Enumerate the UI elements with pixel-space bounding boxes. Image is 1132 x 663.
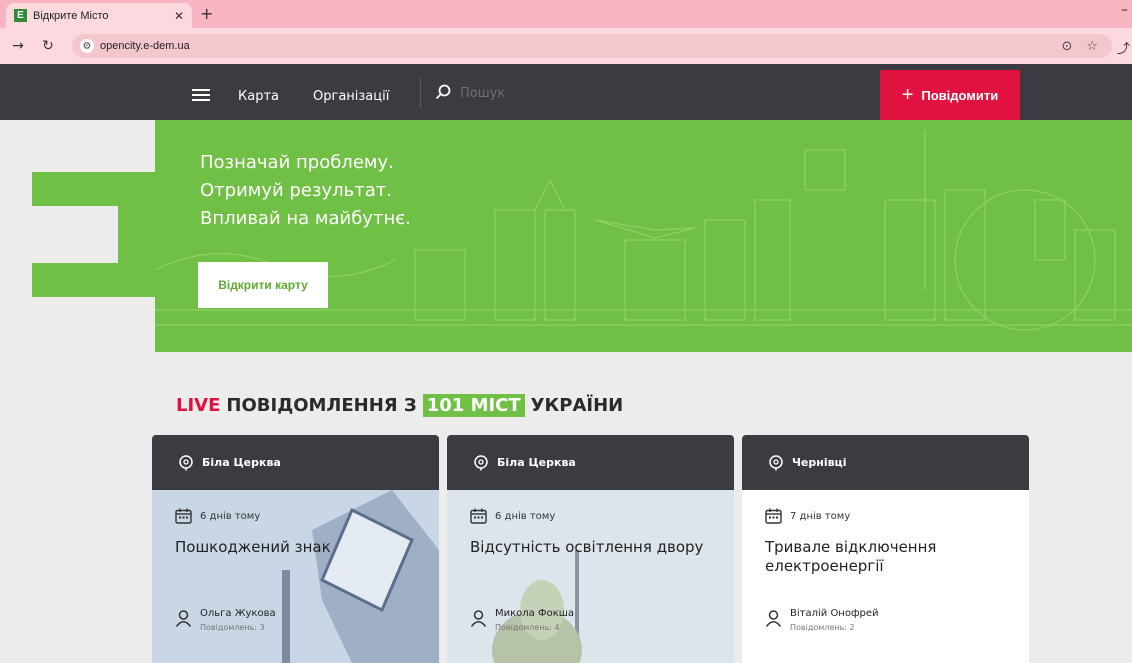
hero-tagline-3: Впливай на майбутнє. bbox=[200, 208, 411, 229]
card-city: Біла Церква bbox=[202, 456, 281, 469]
browser-tab-bar: E Відкрите Місто ✕ + – bbox=[0, 0, 1132, 28]
card-body: 6 днів тому Пошкоджений знак Ольга Жуков… bbox=[152, 490, 439, 663]
bookmark-star-icon[interactable]: ☆ bbox=[1086, 39, 1098, 54]
card-title[interactable]: Пошкоджений знак bbox=[175, 538, 415, 557]
card-title[interactable]: Відсутність освітлення двору bbox=[470, 538, 710, 557]
location-pin-icon bbox=[769, 454, 783, 470]
report-card[interactable]: Біла Церква 6 днів тому Пошкоджений знак… bbox=[152, 435, 439, 663]
minimize-icon[interactable]: – bbox=[1121, 2, 1128, 18]
location-icon[interactable]: ⊙ bbox=[1061, 39, 1072, 54]
card-header: Біла Церква bbox=[152, 435, 439, 490]
search-icon[interactable] bbox=[435, 84, 451, 100]
card-date: 6 днів тому bbox=[470, 508, 555, 524]
author-name: Микола Фокша bbox=[495, 608, 575, 619]
author-report-count: Повідомлень: 4 bbox=[495, 623, 560, 632]
author-name: Віталій Онофрей bbox=[790, 608, 879, 619]
browser-toolbar: → ↻ ⚙ opencity.e-dem.ua ⊙ ☆ ⤴ bbox=[0, 28, 1132, 64]
report-button[interactable]: + Повідомити bbox=[880, 70, 1020, 120]
live-label: LIVE bbox=[176, 395, 221, 416]
cities-count-badge: 101 МІСТ bbox=[422, 394, 525, 417]
report-button-label: Повідомити bbox=[921, 87, 999, 103]
header-divider bbox=[420, 78, 421, 108]
hero-banner: Позначай проблему. Отримуй результат. Вп… bbox=[155, 120, 1132, 352]
url-text[interactable]: opencity.e-dem.ua bbox=[100, 40, 1061, 52]
open-map-button[interactable]: Відкрити карту bbox=[198, 262, 328, 308]
report-card[interactable]: Чернівці 7 днів тому Тривале відключення… bbox=[742, 435, 1029, 663]
card-body: 6 днів тому Відсутність освітлення двору… bbox=[447, 490, 734, 663]
nav-organizations-link[interactable]: Організації bbox=[313, 89, 389, 104]
hero-decor-strip bbox=[32, 172, 157, 206]
calendar-icon bbox=[470, 508, 487, 524]
card-date: 6 днів тому bbox=[175, 508, 260, 524]
plus-icon: + bbox=[901, 83, 914, 106]
card-title[interactable]: Тривале відключення електроенергії bbox=[765, 538, 1005, 576]
location-pin-icon bbox=[179, 454, 193, 470]
author-report-count: Повідомлень: 2 bbox=[790, 623, 855, 632]
hero-decor-strip bbox=[32, 263, 157, 297]
location-pin-icon bbox=[474, 454, 488, 470]
card-date-text: 6 днів тому bbox=[495, 510, 556, 522]
forward-icon[interactable]: → bbox=[6, 38, 30, 54]
address-bar[interactable]: ⚙ opencity.e-dem.ua ⊙ ☆ bbox=[72, 34, 1112, 58]
card-author: Віталій Онофрей Повідомлень: 2 bbox=[765, 608, 879, 632]
site-favicon-icon: E bbox=[14, 9, 27, 22]
user-icon bbox=[175, 610, 192, 627]
hero-tagline-1: Позначай проблему. bbox=[200, 152, 394, 173]
card-city: Чернівці bbox=[792, 456, 847, 469]
card-city: Біла Церква bbox=[497, 456, 576, 469]
new-tab-icon[interactable]: + bbox=[200, 4, 213, 23]
live-suffix-text: УКРАЇНИ bbox=[530, 395, 624, 416]
live-heading: LIVE ПОВІДОМЛЕННЯ З 101 МІСТ УКРАЇНИ bbox=[176, 394, 623, 417]
calendar-icon bbox=[175, 508, 192, 524]
card-date-text: 7 днів тому bbox=[790, 510, 851, 522]
browser-tab[interactable]: E Відкрите Місто ✕ bbox=[6, 3, 192, 28]
card-body: 7 днів тому Тривале відключення електрое… bbox=[742, 490, 1029, 663]
hero-tagline-2: Отримуй результат. bbox=[200, 180, 392, 201]
menu-icon[interactable] bbox=[192, 89, 210, 104]
live-middle-text: ПОВІДОМЛЕННЯ З bbox=[226, 395, 417, 416]
nav-map-link[interactable]: Карта bbox=[238, 89, 279, 104]
card-date-text: 6 днів тому bbox=[200, 510, 261, 522]
search-input[interactable] bbox=[460, 84, 660, 102]
hero-decor-bar bbox=[118, 206, 157, 263]
site-info-icon[interactable]: ⚙ bbox=[80, 39, 94, 53]
card-author: Ольга Жукова Повідомлень: 3 bbox=[175, 608, 276, 632]
card-header: Чернівці bbox=[742, 435, 1029, 490]
tab-title: Відкрите Місто bbox=[33, 9, 109, 22]
report-card[interactable]: Біла Церква 6 днів тому Відсутність осві… bbox=[447, 435, 734, 663]
user-icon bbox=[470, 610, 487, 627]
site-header: Карта Організації + Повідомити bbox=[0, 64, 1132, 120]
author-report-count: Повідомлень: 3 bbox=[200, 623, 265, 632]
card-author: Микола Фокша Повідомлень: 4 bbox=[470, 608, 574, 632]
card-header: Біла Церква bbox=[447, 435, 734, 490]
extensions-icon[interactable]: ⤴ bbox=[1117, 38, 1130, 57]
card-date: 7 днів тому bbox=[765, 508, 850, 524]
reload-icon[interactable]: ↻ bbox=[36, 38, 60, 54]
user-icon bbox=[765, 610, 782, 627]
tab-close-icon[interactable]: ✕ bbox=[174, 9, 184, 23]
author-name: Ольга Жукова bbox=[200, 608, 276, 619]
calendar-icon bbox=[765, 508, 782, 524]
